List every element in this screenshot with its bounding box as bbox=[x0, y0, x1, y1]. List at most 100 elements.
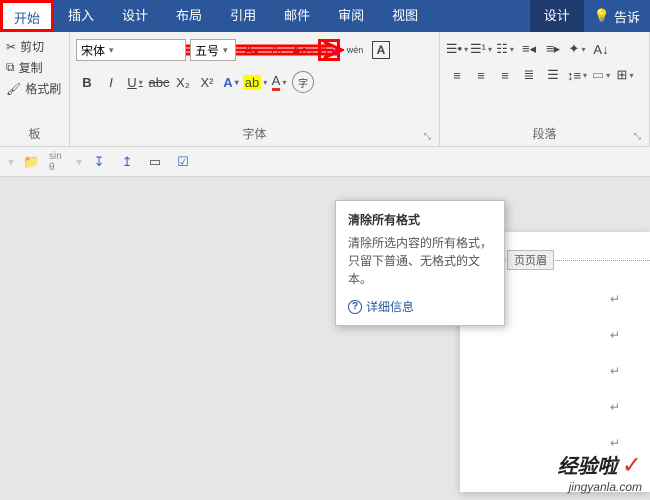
asian-layout-button[interactable]: ✦ bbox=[566, 38, 588, 60]
tab-view[interactable]: 视图 bbox=[378, 0, 432, 32]
tab-references[interactable]: 引用 bbox=[216, 0, 270, 32]
multilevel-icon: ☷ bbox=[496, 41, 508, 57]
checkmark-icon: ✓ bbox=[622, 452, 642, 479]
align-left-button[interactable]: ≡ bbox=[446, 64, 468, 86]
enclosed-char-button[interactable]: 字 bbox=[292, 71, 314, 93]
justify-button[interactable]: ≣ bbox=[518, 64, 540, 86]
distribute-icon: ☰ bbox=[547, 67, 559, 83]
cut-label: 剪切 bbox=[20, 38, 44, 55]
align-right-icon: ≡ bbox=[501, 68, 509, 83]
copy-label: 复制 bbox=[19, 59, 43, 76]
lightbulb-icon: 💡 bbox=[594, 8, 610, 24]
clear-formatting-tooltip: 清除所有格式 清除所选内容的所有格式，只留下普通、无格式的文本。 ? 详细信息 bbox=[335, 200, 505, 326]
multilevel-button[interactable]: ☷ bbox=[494, 38, 516, 60]
strikethrough-button[interactable]: abc bbox=[148, 71, 170, 93]
clipboard-group-label: 板 bbox=[6, 125, 63, 144]
superscript-button[interactable]: X² bbox=[196, 71, 218, 93]
header-section-label: 页页眉 bbox=[507, 250, 554, 270]
font-size-combo[interactable]: 五号 bbox=[190, 39, 236, 61]
font-dialog-launcher[interactable]: ⤡ bbox=[424, 131, 431, 142]
qb-checkbox-button[interactable]: ☑ bbox=[172, 151, 194, 173]
format-painter-button[interactable]: 🖌 格式刷 bbox=[6, 78, 63, 99]
copy-icon: ⧉ bbox=[6, 60, 15, 75]
tab-mailings[interactable]: 邮件 bbox=[270, 0, 324, 32]
checkbox-icon: ☑ bbox=[177, 154, 189, 170]
char-border-icon: A bbox=[372, 41, 390, 59]
italic-button[interactable]: I bbox=[100, 71, 122, 93]
justify-icon: ≣ bbox=[524, 67, 535, 83]
brush-icon: 🖌 bbox=[6, 82, 21, 96]
underline-button[interactable]: U bbox=[124, 71, 146, 93]
screenshot-icon: ▭ bbox=[149, 154, 161, 170]
highlight-icon: ab bbox=[243, 75, 261, 90]
ribbon: ✂ 剪切 ⧉ 复制 🖌 格式刷 板 宋体 五号 A▴ A▾ Aa A◢ wén … bbox=[0, 32, 650, 147]
sort-icon: A↓ bbox=[593, 42, 608, 57]
text-effects-button[interactable]: A bbox=[220, 71, 242, 93]
font-color-button[interactable]: A bbox=[268, 71, 290, 93]
watermark: 经验啦 ✓ jingyanla.com bbox=[557, 450, 642, 494]
cut-button[interactable]: ✂ 剪切 bbox=[6, 36, 63, 57]
char-border-button[interactable]: A bbox=[370, 39, 392, 61]
eraser-icon: A◢ bbox=[320, 42, 339, 58]
shading-button[interactable]: ▭ bbox=[590, 64, 612, 86]
highlight-button[interactable]: ab bbox=[244, 71, 266, 93]
borders-button[interactable]: ⊞ bbox=[614, 64, 636, 86]
qb-spacing-up-button[interactable]: ↥ bbox=[116, 151, 138, 173]
format-painter-label: 格式刷 bbox=[25, 80, 61, 97]
sort-button[interactable]: A↓ bbox=[590, 38, 612, 60]
ribbon-tabbar: 开始 插入 设计 布局 引用 邮件 审阅 视图 设计 💡 告诉 bbox=[0, 0, 650, 32]
paragraph-marks: ↵↵↵↵↵ bbox=[610, 292, 620, 450]
align-right-button[interactable]: ≡ bbox=[494, 64, 516, 86]
outdent-icon: ≡◂ bbox=[522, 41, 536, 57]
numbering-button[interactable]: ☰¹ bbox=[470, 38, 492, 60]
scissors-icon: ✂ bbox=[6, 40, 16, 54]
decrease-indent-button[interactable]: ≡◂ bbox=[518, 38, 540, 60]
quick-access-bar: ▾ 📁 sin θ ▾ ↧ ↥ ▭ ☑ bbox=[0, 147, 650, 177]
borders-icon: ⊞ bbox=[617, 67, 628, 83]
line-spacing-button[interactable]: ↕≡ bbox=[566, 64, 588, 86]
watermark-url: jingyanla.com bbox=[557, 480, 642, 494]
tooltip-body: 清除所选内容的所有格式，只留下普通、无格式的文本。 bbox=[348, 234, 492, 288]
bullets-icon: ☰• bbox=[446, 41, 462, 57]
subscript-button[interactable]: X₂ bbox=[172, 71, 194, 93]
qb-folder-button[interactable]: 📁 bbox=[20, 151, 42, 173]
copy-button[interactable]: ⧉ 复制 bbox=[6, 57, 63, 78]
folder-icon: 📁 bbox=[23, 154, 39, 170]
distribute-button[interactable]: ☰ bbox=[542, 64, 564, 86]
shrink-font-button[interactable]: A▾ bbox=[266, 39, 288, 61]
tab-design[interactable]: 设计 bbox=[108, 0, 162, 32]
spacing-down-icon: ↧ bbox=[94, 154, 105, 170]
align-center-icon: ≡ bbox=[477, 68, 485, 83]
paragraph-dialog-launcher[interactable]: ⤡ bbox=[634, 131, 641, 142]
increase-indent-button[interactable]: ≡▸ bbox=[542, 38, 564, 60]
tell-me-search[interactable]: 💡 告诉 bbox=[584, 7, 650, 26]
font-name-combo[interactable]: 宋体 bbox=[76, 39, 186, 61]
help-icon: ? bbox=[348, 300, 362, 314]
group-paragraph: ☰• ☰¹ ☷ ≡◂ ≡▸ ✦ A↓ ≡ ≡ ≡ ≣ ☰ ↕≡ ▭ ⊞ 段落 ⤡ bbox=[440, 32, 650, 146]
font-color-icon: A bbox=[272, 73, 281, 91]
clear-formatting-button[interactable]: A◢ bbox=[318, 39, 340, 61]
change-case-button[interactable]: Aa bbox=[292, 39, 314, 61]
font-group-label: 字体 ⤡ bbox=[76, 125, 433, 144]
bold-button[interactable]: B bbox=[76, 71, 98, 93]
phonetic-guide-button[interactable]: wén bbox=[344, 39, 366, 61]
numbering-icon: ☰¹ bbox=[470, 41, 486, 57]
qb-equation-button[interactable]: sin θ bbox=[48, 151, 70, 173]
bullets-button[interactable]: ☰• bbox=[446, 38, 468, 60]
group-clipboard: ✂ 剪切 ⧉ 复制 🖌 格式刷 板 bbox=[0, 32, 70, 146]
qb-screenshot-button[interactable]: ▭ bbox=[144, 151, 166, 173]
tab-insert[interactable]: 插入 bbox=[54, 0, 108, 32]
align-left-icon: ≡ bbox=[453, 68, 461, 83]
spacing-up-icon: ↥ bbox=[122, 154, 133, 170]
tooltip-more-info-link[interactable]: ? 详细信息 bbox=[348, 298, 492, 315]
align-center-button[interactable]: ≡ bbox=[470, 64, 492, 86]
tab-layout[interactable]: 布局 bbox=[162, 0, 216, 32]
qb-spacing-down-button[interactable]: ↧ bbox=[88, 151, 110, 173]
tell-me-label: 告诉 bbox=[614, 7, 640, 26]
tab-contextual-design[interactable]: 设计 bbox=[530, 0, 584, 32]
line-spacing-icon: ↕≡ bbox=[567, 68, 581, 83]
watermark-text: 经验啦 bbox=[557, 456, 617, 478]
grow-font-button[interactable]: A▴ bbox=[240, 39, 262, 61]
tab-review[interactable]: 审阅 bbox=[324, 0, 378, 32]
tab-home[interactable]: 开始 bbox=[0, 0, 54, 32]
